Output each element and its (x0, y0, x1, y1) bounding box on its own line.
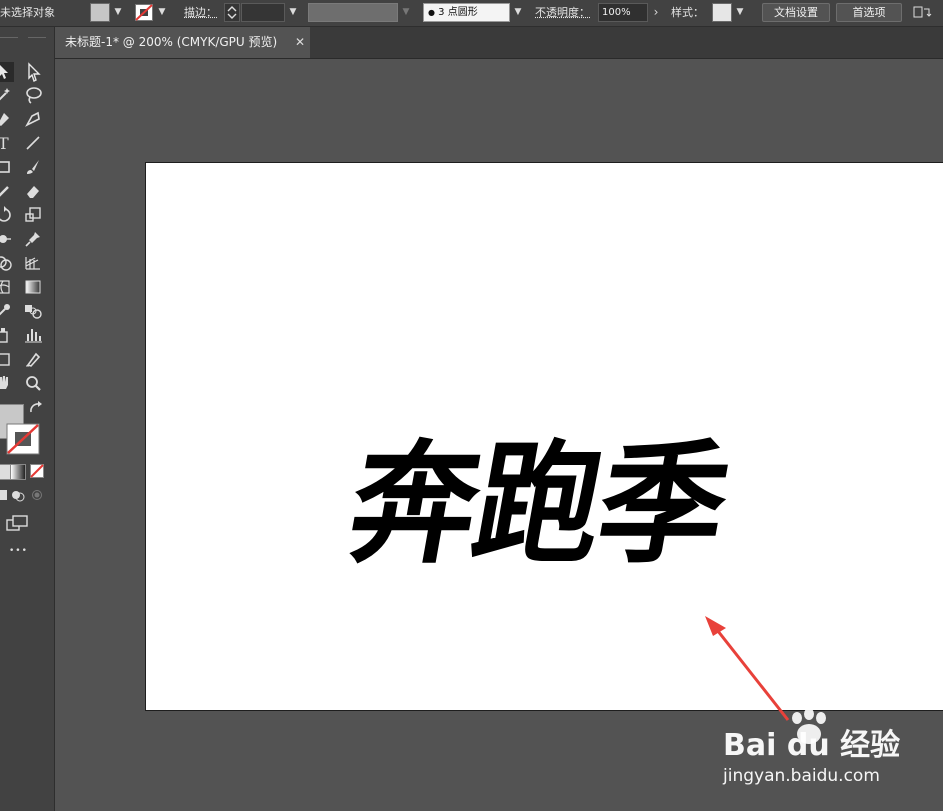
stroke-color-box[interactable] (6, 423, 40, 455)
stroke-weight-stepper[interactable] (224, 3, 240, 22)
panel-grip (28, 37, 46, 38)
eraser-tool-icon[interactable] (22, 180, 44, 202)
type-tool-icon[interactable]: T (0, 132, 14, 154)
variable-width-profile[interactable] (308, 3, 398, 22)
puppet-warp-tool-icon[interactable] (22, 228, 44, 250)
pen-tool-icon[interactable] (0, 108, 14, 130)
zoom-tool-icon[interactable] (22, 372, 44, 394)
watermark: Bai du 经验 jingyan.baidu.com (723, 706, 943, 811)
fill-color-swatch[interactable] (90, 3, 110, 22)
rectangle-tool-icon[interactable] (0, 156, 14, 178)
draw-behind-icon[interactable] (10, 488, 26, 502)
style-chevron-icon[interactable]: ▼ (733, 3, 747, 22)
shaper-tool-icon[interactable] (0, 180, 14, 202)
lasso-tool-icon[interactable] (22, 84, 44, 106)
shape-builder-tool-icon[interactable] (0, 252, 14, 274)
artboard-tool-icon[interactable] (0, 348, 14, 370)
brush-definition-field[interactable]: ● 3 点圆形 (423, 3, 510, 22)
edit-toolbar-icon[interactable]: ••• (9, 546, 28, 556)
artboard-text[interactable]: 奔跑季 (335, 411, 768, 600)
document-tab-bar: 未标题-1* @ 200% (CMYK/GPU 预览) ✕ (55, 27, 943, 59)
mesh-tool-icon[interactable] (0, 276, 14, 298)
direct-selection-tool-icon[interactable] (22, 61, 44, 83)
symbol-sprayer-tool-icon[interactable] (0, 324, 14, 346)
stroke-color-swatch[interactable] (134, 3, 154, 22)
document-tab-title: 未标题-1* @ 200% (CMYK/GPU 预览) (65, 35, 278, 49)
document-tab[interactable]: 未标题-1* @ 200% (CMYK/GPU 预览) (55, 27, 310, 58)
close-tab-icon[interactable]: ✕ (295, 27, 305, 58)
hand-tool-icon[interactable] (0, 372, 14, 394)
watermark-url-text: jingyan.baidu.com (723, 766, 880, 786)
opacity-label[interactable]: 不透明度： (535, 3, 597, 22)
scale-tool-icon[interactable] (22, 204, 44, 226)
arrange-documents-icon[interactable] (912, 3, 934, 22)
brush-chevron-icon[interactable]: ▼ (511, 3, 525, 22)
fill-dropdown-chevron-icon[interactable]: ▼ (111, 3, 125, 22)
eyedropper-tool-icon[interactable] (0, 300, 14, 322)
opacity-chevron-right-icon[interactable]: › (650, 3, 662, 22)
swap-fill-stroke-icon[interactable] (28, 400, 44, 416)
preferences-button[interactable]: 首选项 (836, 3, 902, 22)
line-segment-tool-icon[interactable] (22, 132, 44, 154)
stepper-arrows-icon (227, 6, 237, 19)
brush-dot-icon: ● (428, 8, 435, 17)
brush-label: 3 点圆形 (438, 7, 478, 18)
rotate-tool-icon[interactable] (0, 204, 14, 226)
slice-tool-icon[interactable] (22, 348, 44, 370)
stroke-dropdown-chevron-icon[interactable]: ▼ (155, 3, 169, 22)
column-graph-tool-icon[interactable] (22, 324, 44, 346)
document-setup-button[interactable]: 文档设置 (762, 3, 830, 22)
draw-inside-icon[interactable] (30, 488, 44, 502)
blend-tool-icon[interactable] (22, 300, 44, 322)
control-bar: 未选择对象 ▼ ▼ 描边： ▼ ▼ ● 3 点圆形 ▼ 不透明度： 100% ›… (0, 0, 943, 27)
no-stroke-icon (6, 423, 40, 455)
curvature-tool-icon[interactable] (22, 108, 44, 130)
stroke-label[interactable]: 描边： (184, 3, 224, 22)
selection-tool-icon[interactable] (0, 61, 14, 83)
selection-status: 未选择对象 (0, 6, 55, 19)
style-label: 样式： (671, 6, 704, 19)
stroke-weight-input[interactable] (241, 3, 285, 22)
profile-chevron-icon[interactable]: ▼ (399, 3, 413, 22)
draw-normal-icon[interactable] (0, 488, 10, 502)
opacity-input[interactable]: 100% (598, 3, 648, 22)
stroke-weight-chevron-icon[interactable]: ▼ (286, 3, 300, 22)
paintbrush-tool-icon[interactable] (22, 156, 44, 178)
width-tool-icon[interactable] (0, 228, 14, 250)
gradient-mode-icon[interactable] (10, 464, 26, 480)
graphic-style-swatch[interactable] (712, 3, 732, 22)
gradient-tool-icon[interactable] (22, 276, 44, 298)
none-mode-icon[interactable] (30, 464, 44, 478)
no-stroke-icon (135, 4, 153, 21)
magic-wand-tool-icon[interactable] (0, 84, 14, 106)
tools-panel: T ••• (0, 27, 55, 811)
svg-text:T: T (0, 134, 9, 153)
perspective-grid-tool-icon[interactable] (22, 252, 44, 274)
watermark-main-text: Bai du 经验 (723, 728, 901, 763)
panel-grip (0, 37, 18, 38)
screen-mode-icon[interactable] (6, 514, 30, 532)
